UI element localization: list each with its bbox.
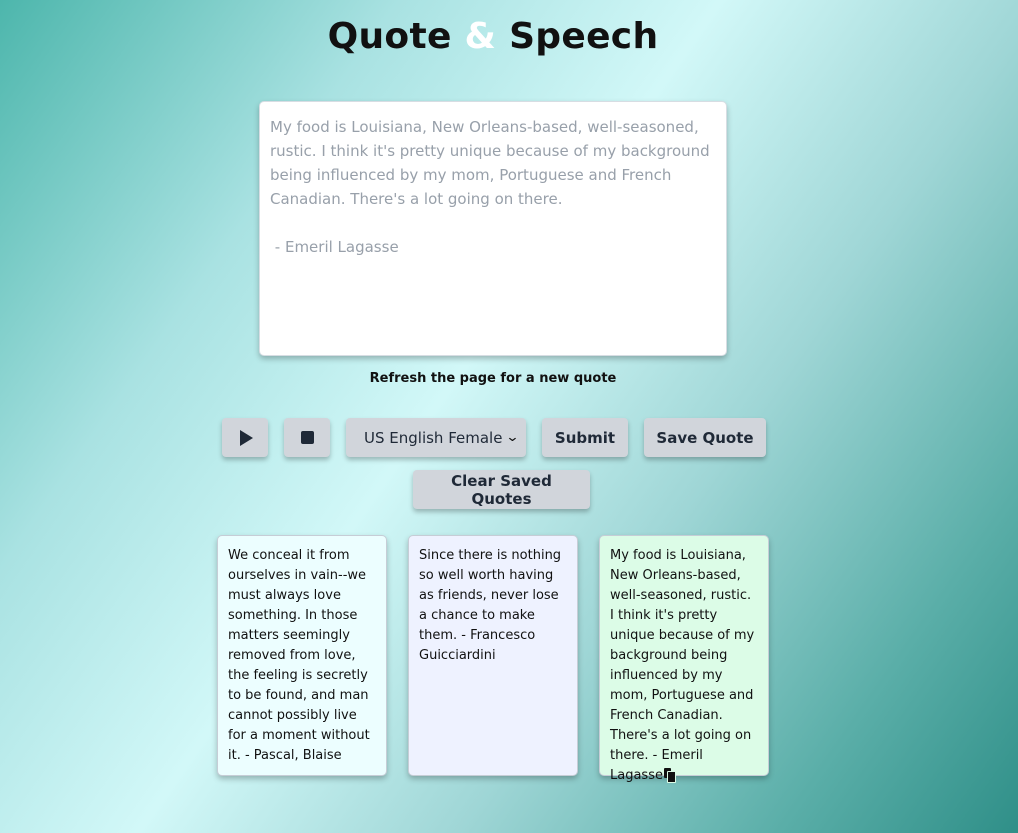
saved-quote-text: We conceal it from ourselves in vain--we… <box>228 548 370 763</box>
title-part1: Quote <box>327 16 452 57</box>
copy-icon[interactable] <box>663 768 676 783</box>
page-title: Quote & Speech <box>0 16 986 57</box>
title-ampersand: & <box>464 16 497 57</box>
saved-quote-text: My food is Louisiana, New Orleans-based,… <box>610 548 755 783</box>
voice-select-value: US English Female <box>364 428 503 447</box>
chevron-down-icon: ⌄ <box>505 430 520 445</box>
voice-select[interactable]: US English Female ⌄ <box>346 418 526 457</box>
title-part2: Speech <box>509 16 659 57</box>
play-icon <box>240 429 253 446</box>
submit-button[interactable]: Submit <box>542 418 628 457</box>
clear-saved-quotes-button[interactable]: Clear Saved Quotes <box>413 470 590 509</box>
stop-icon <box>300 431 314 444</box>
saved-quote-card: We conceal it from ourselves in vain--we… <box>217 535 387 776</box>
play-button[interactable] <box>222 418 268 457</box>
save-quote-button[interactable]: Save Quote <box>644 418 766 457</box>
saved-quote-card: My food is Louisiana, New Orleans-based,… <box>599 535 769 783</box>
quote-textarea[interactable]: My food is Louisiana, New Orleans-based,… <box>259 101 727 356</box>
stop-button[interactable] <box>284 418 330 457</box>
saved-quote-text: Since there is nothing so well worth hav… <box>419 548 562 663</box>
saved-quote-card: Since there is nothing so well worth hav… <box>408 535 578 776</box>
refresh-hint: Refresh the page for a new quote <box>369 371 617 386</box>
